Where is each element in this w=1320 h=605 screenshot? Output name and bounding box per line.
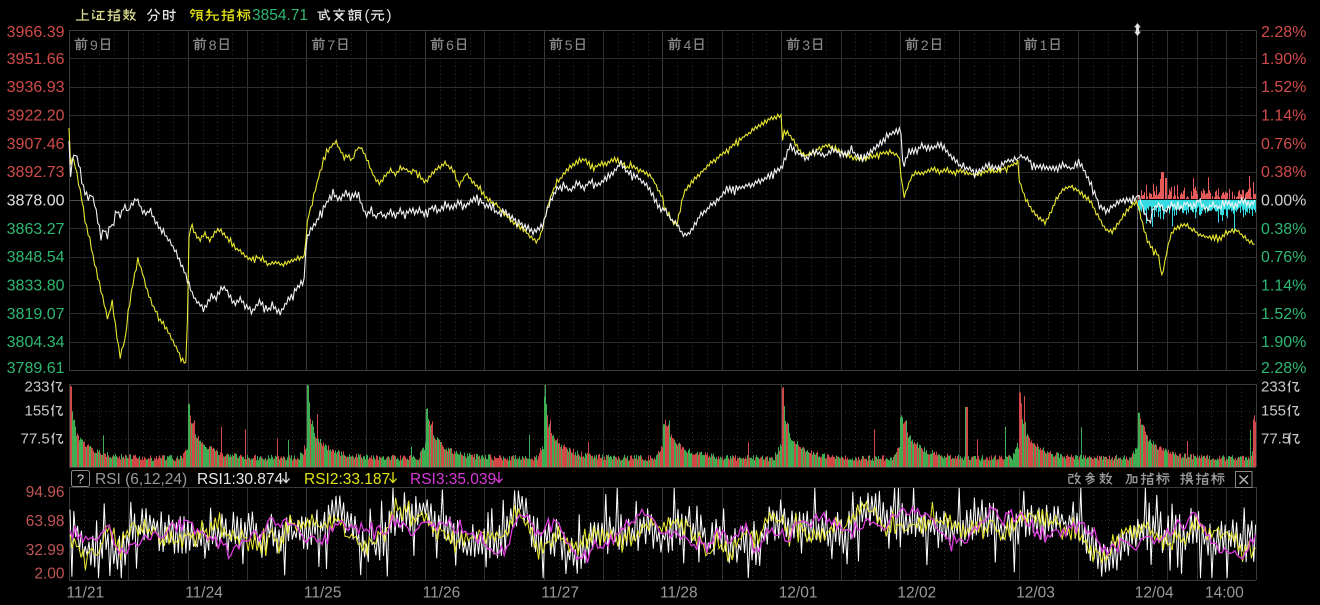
svg-text:7: 7 — [327, 37, 335, 53]
svg-text:63.98: 63.98 — [26, 513, 65, 530]
svg-text:1: 1 — [1040, 37, 1048, 53]
svg-text:3848.54: 3848.54 — [7, 249, 65, 266]
svg-text:12/03: 12/03 — [1016, 585, 1055, 602]
svg-text:0.00%: 0.00% — [1261, 193, 1306, 210]
svg-text:3854.71: 3854.71 — [252, 7, 308, 24]
svg-text:3789.61: 3789.61 — [7, 360, 65, 377]
svg-text:3833.80: 3833.80 — [7, 278, 65, 295]
svg-text:RSI3:35.039: RSI3:35.039 — [410, 471, 496, 488]
svg-text:): ) — [387, 7, 392, 24]
svg-text:3863.27: 3863.27 — [7, 221, 65, 238]
svg-text:1.14%: 1.14% — [1261, 278, 1306, 295]
svg-text:155: 155 — [1261, 403, 1286, 420]
svg-text:32.99: 32.99 — [26, 542, 65, 559]
svg-text:12/02: 12/02 — [897, 585, 936, 602]
svg-text::: : — [247, 7, 251, 24]
svg-text:1.14%: 1.14% — [1261, 108, 1306, 125]
svg-text:2.00: 2.00 — [34, 566, 65, 583]
svg-text:12/01: 12/01 — [779, 585, 818, 602]
svg-text:4: 4 — [684, 37, 692, 53]
svg-text:11/27: 11/27 — [541, 585, 579, 602]
svg-text:3907.46: 3907.46 — [7, 136, 65, 153]
svg-text:3804.34: 3804.34 — [7, 334, 65, 351]
svg-text:1.90%: 1.90% — [1261, 334, 1306, 351]
svg-text:1.52%: 1.52% — [1261, 79, 1306, 96]
svg-text:155: 155 — [25, 403, 50, 420]
svg-text:3966.39: 3966.39 — [7, 24, 65, 41]
svg-text:12/04: 12/04 — [1135, 585, 1174, 602]
svg-text:14:00: 14:00 — [1205, 585, 1244, 602]
svg-text:3951.66: 3951.66 — [7, 51, 65, 68]
svg-text:0.76%: 0.76% — [1261, 136, 1306, 153]
svg-text:2.28%: 2.28% — [1261, 24, 1306, 41]
svg-text:0.38%: 0.38% — [1261, 164, 1306, 181]
svg-text:RSI1:30.874: RSI1:30.874 — [197, 471, 284, 488]
svg-text:11/24: 11/24 — [185, 585, 223, 602]
svg-text:3936.93: 3936.93 — [7, 79, 65, 96]
svg-text:233: 233 — [25, 379, 50, 396]
svg-text:RSI (6,12,24): RSI (6,12,24) — [95, 471, 187, 488]
svg-text:8: 8 — [209, 37, 217, 53]
svg-text:3819.07: 3819.07 — [7, 306, 65, 323]
svg-text:3: 3 — [802, 37, 810, 53]
svg-text:3892.73: 3892.73 — [7, 164, 65, 181]
svg-text:(: ( — [365, 7, 370, 24]
svg-text:1.90%: 1.90% — [1261, 51, 1306, 68]
svg-text:3922.20: 3922.20 — [7, 108, 65, 125]
svg-text:1.52%: 1.52% — [1261, 306, 1306, 323]
svg-text:11/26: 11/26 — [423, 585, 461, 602]
svg-text:5: 5 — [565, 37, 573, 53]
svg-text:0.38%: 0.38% — [1261, 221, 1306, 238]
svg-text:94.96: 94.96 — [26, 484, 65, 501]
svg-text:3878.00: 3878.00 — [7, 193, 65, 210]
svg-text:77.5: 77.5 — [21, 431, 50, 448]
svg-text:2.28%: 2.28% — [1261, 360, 1306, 377]
svg-text:9: 9 — [90, 37, 98, 53]
svg-text:0.76%: 0.76% — [1261, 249, 1306, 266]
svg-text:2: 2 — [921, 37, 929, 53]
svg-text:77.5: 77.5 — [1261, 431, 1290, 448]
svg-text:6: 6 — [446, 37, 454, 53]
svg-text:11/21: 11/21 — [67, 585, 105, 602]
svg-text:11/25: 11/25 — [304, 585, 342, 602]
svg-text:?: ? — [77, 472, 84, 487]
svg-text:11/28: 11/28 — [660, 585, 698, 602]
svg-text:233: 233 — [1261, 379, 1286, 396]
svg-text:RSI2:33.187: RSI2:33.187 — [304, 471, 390, 488]
